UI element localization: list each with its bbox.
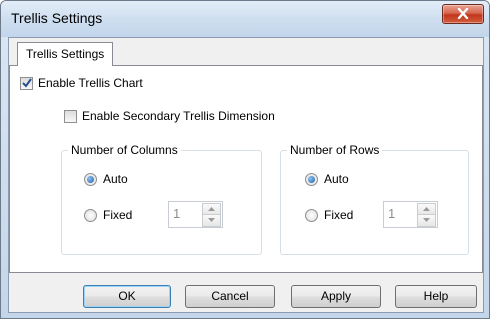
arrow-up-icon	[423, 207, 430, 211]
enable-secondary-label: Enable Secondary Trellis Dimension	[82, 109, 275, 123]
columns-auto-option[interactable]: Auto	[84, 172, 128, 186]
columns-fixed-option[interactable]: Fixed	[84, 208, 132, 222]
apply-button[interactable]: Apply	[291, 285, 381, 308]
columns-fixed-value: 1	[173, 206, 181, 221]
rows-spin-down[interactable]	[417, 214, 436, 227]
columns-group: Number of Columns Auto Fixed 1	[61, 143, 262, 255]
rows-fixed-radio[interactable]	[305, 208, 318, 222]
close-icon	[457, 8, 469, 19]
arrow-up-icon	[208, 207, 215, 211]
help-button[interactable]: Help	[395, 285, 477, 308]
rows-auto-option[interactable]: Auto	[305, 172, 349, 186]
trellis-settings-dialog: Trellis Settings Trellis Settings Enable…	[0, 0, 490, 319]
enable-trellis-checkbox[interactable]	[20, 76, 33, 90]
rows-fixed-option[interactable]: Fixed	[305, 208, 353, 222]
rows-fixed-spinner[interactable]: 1	[383, 201, 438, 228]
checkmark-icon	[22, 77, 32, 88]
rows-auto-radio[interactable]	[305, 172, 318, 186]
columns-fixed-spinner[interactable]: 1	[168, 201, 223, 228]
close-button[interactable]	[442, 4, 484, 24]
tab-panel: Enable Trellis Chart Enable Secondary Tr…	[9, 65, 483, 273]
columns-auto-label: Auto	[103, 172, 128, 186]
columns-fixed-radio[interactable]	[84, 208, 97, 222]
rows-auto-label: Auto	[324, 172, 349, 186]
ok-button[interactable]: OK	[83, 285, 171, 308]
enable-secondary-row[interactable]: Enable Secondary Trellis Dimension	[64, 109, 275, 123]
dialog-client-area: Trellis Settings Enable Trellis Chart En…	[8, 37, 484, 313]
arrow-down-icon	[423, 218, 430, 222]
rows-legend: Number of Rows	[287, 143, 383, 157]
rows-fixed-label: Fixed	[324, 208, 354, 222]
columns-auto-radio[interactable]	[84, 172, 97, 186]
tab-trellis-settings[interactable]: Trellis Settings	[17, 42, 114, 66]
enable-trellis-row[interactable]: Enable Trellis Chart	[20, 76, 143, 90]
columns-legend: Number of Columns	[68, 143, 181, 157]
columns-fixed-label: Fixed	[103, 208, 133, 222]
rows-group: Number of Rows Auto Fixed 1	[280, 143, 469, 255]
enable-secondary-checkbox[interactable]	[64, 109, 77, 123]
enable-trellis-label: Enable Trellis Chart	[38, 76, 143, 90]
title-bar[interactable]: Trellis Settings	[1, 1, 489, 37]
columns-spin-down[interactable]	[202, 214, 221, 227]
arrow-down-icon	[208, 218, 215, 222]
cancel-button[interactable]: Cancel	[185, 285, 275, 308]
window-title: Trellis Settings	[11, 10, 103, 26]
rows-fixed-value: 1	[388, 206, 396, 221]
